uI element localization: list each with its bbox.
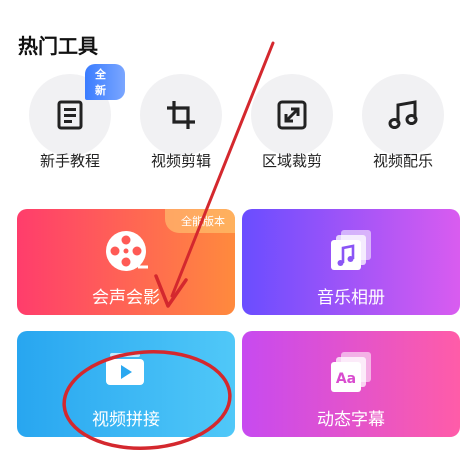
tutorial-icon xyxy=(57,100,83,130)
music-album-icon xyxy=(331,230,371,270)
music-note-icon xyxy=(388,100,418,129)
card-video-join[interactable]: 视频拼接 xyxy=(17,331,235,437)
card-video-join-label: 视频拼接 xyxy=(92,410,160,430)
card-dynamic-subtitle-label: 动态字幕 xyxy=(317,410,385,430)
tool-area-crop[interactable]: 区域裁剪 xyxy=(237,74,347,174)
tool-area-crop-label: 区域裁剪 xyxy=(261,152,322,170)
hot-tools-row: 全新 新手教程 视频剪辑 区域裁剪 视频配乐 xyxy=(0,64,472,174)
tool-video-edit[interactable]: 视频剪辑 xyxy=(126,74,236,174)
tool-video-music-label: 视频配乐 xyxy=(372,152,433,170)
tool-tutorial-label: 新手教程 xyxy=(39,152,100,170)
card-video-studio[interactable]: 全能版本 会声会影 xyxy=(17,209,235,315)
card-dynamic-subtitle[interactable]: Aa 动态字幕 xyxy=(242,331,460,437)
card-video-studio-label: 会声会影 xyxy=(92,288,160,308)
tool-video-edit-circle xyxy=(140,74,222,156)
crop-icon xyxy=(167,101,195,129)
expand-icon xyxy=(277,100,307,130)
card-music-album-label: 音乐相册 xyxy=(317,288,385,308)
video-join-icon xyxy=(106,353,144,385)
section-title: 热门工具 xyxy=(18,34,98,58)
card-music-album[interactable]: 音乐相册 xyxy=(242,209,460,315)
subtitle-icon: Aa xyxy=(331,352,371,392)
new-badge: 全新 xyxy=(85,64,125,100)
film-reel-icon xyxy=(106,231,148,271)
tool-video-music[interactable]: 视频配乐 xyxy=(348,74,458,174)
tool-video-music-circle xyxy=(362,74,444,156)
tool-video-edit-label: 视频剪辑 xyxy=(150,152,211,170)
premium-badge: 全能版本 xyxy=(165,209,235,233)
tool-tutorial[interactable]: 全新 新手教程 xyxy=(15,64,125,174)
tool-area-crop-circle xyxy=(251,74,333,156)
subtitle-icon-text: Aa xyxy=(336,371,356,387)
